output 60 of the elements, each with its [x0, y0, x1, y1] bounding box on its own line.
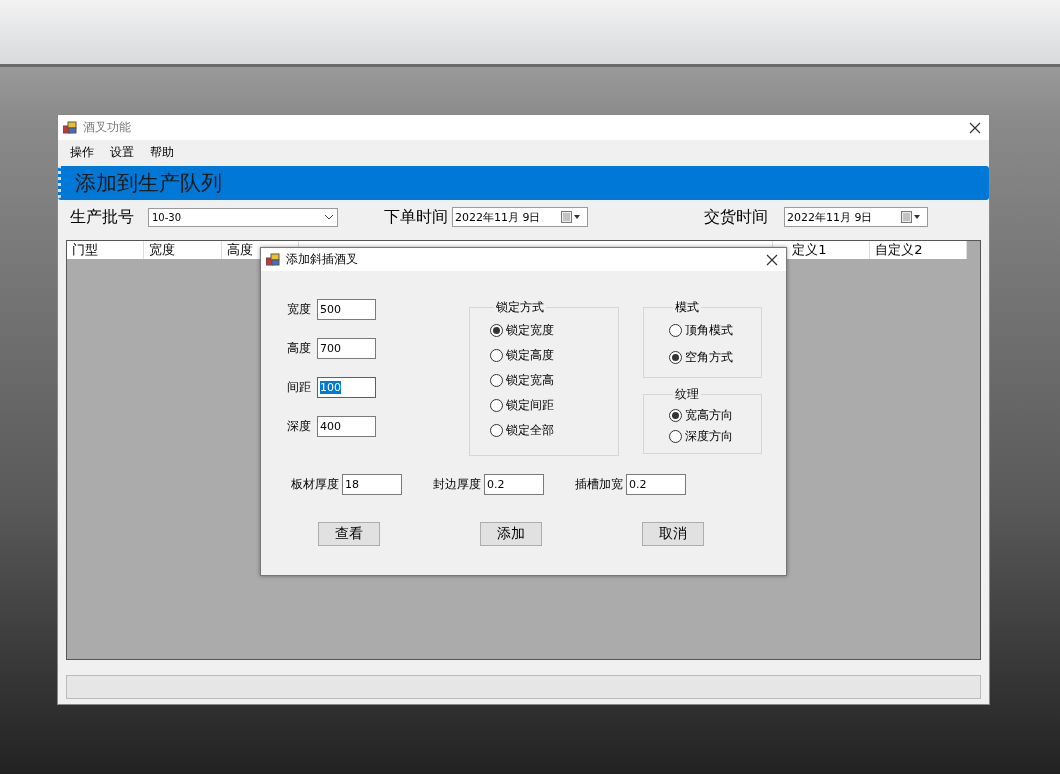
dialog-title: 添加斜插酒叉: [286, 251, 359, 268]
group-title: 纹理: [674, 386, 700, 403]
dialog-button[interactable]: 取消: [642, 522, 704, 546]
app-icon: [266, 253, 280, 266]
input-field[interactable]: 18: [342, 474, 402, 495]
field-label: 深度: [287, 418, 311, 435]
input-field[interactable]: 500: [317, 299, 376, 320]
dialog-button[interactable]: 添加: [480, 522, 542, 546]
input-field[interactable]: 0.2: [484, 474, 544, 495]
close-icon[interactable]: [766, 253, 778, 266]
radio-button[interactable]: [490, 324, 503, 337]
app-icon: [63, 121, 77, 134]
radio-button[interactable]: [669, 324, 682, 337]
radio-label[interactable]: 空角方式: [685, 349, 733, 366]
group-title: 模式: [674, 299, 700, 316]
field-label: 宽度: [287, 301, 311, 318]
radio-label[interactable]: 锁定间距: [506, 397, 554, 414]
radio-label[interactable]: 锁定宽高: [506, 372, 554, 389]
radio-label[interactable]: 锁定全部: [506, 422, 554, 439]
radio-label[interactable]: 锁定高度: [506, 347, 554, 364]
input-field[interactable]: 100: [317, 377, 376, 398]
radio-button[interactable]: [490, 349, 503, 362]
field-label: 板材厚度: [291, 476, 339, 493]
radio-button[interactable]: [490, 399, 503, 412]
chevron-icon: [324, 214, 334, 220]
field-label: 生产批号: [70, 206, 134, 228]
radio-label[interactable]: 深度方向: [685, 428, 733, 445]
input-field[interactable]: 700: [317, 338, 376, 359]
field-label: 交货时间: [704, 206, 768, 228]
radio-button[interactable]: [669, 409, 682, 422]
radio-button[interactable]: [490, 424, 503, 437]
field-label: 间距: [287, 379, 311, 396]
date-picker[interactable]: 2022年11月 9日: [452, 207, 588, 227]
field-label: 下单时间: [384, 206, 448, 228]
column-header[interactable]: 宽度: [144, 241, 222, 259]
window-title: 酒叉功能: [83, 119, 132, 136]
radio-label[interactable]: 锁定宽度: [506, 322, 554, 339]
radio-label[interactable]: 顶角模式: [685, 322, 733, 339]
field-label: 高度: [287, 340, 311, 357]
calendar-dropdown-icon[interactable]: [901, 211, 921, 223]
radio-label[interactable]: 宽高方向: [685, 407, 733, 424]
radio-button[interactable]: [669, 430, 682, 443]
close-icon[interactable]: [969, 121, 981, 134]
dialog-button[interactable]: 查看: [318, 522, 380, 546]
field-label: 插槽加宽: [575, 476, 623, 493]
input-field[interactable]: 0.2: [626, 474, 686, 495]
column-header[interactable]: 门型: [67, 241, 145, 259]
date-picker[interactable]: 2022年11月 9日: [784, 207, 928, 227]
radio-button[interactable]: [669, 351, 682, 364]
field-label: 封边厚度: [433, 476, 481, 493]
calendar-dropdown-icon[interactable]: [561, 211, 581, 223]
column-header[interactable]: 自定义2: [870, 241, 967, 259]
input-field[interactable]: 400: [317, 416, 376, 437]
menu-item[interactable]: 操作: [62, 143, 102, 161]
menu-item[interactable]: 设置: [102, 143, 142, 161]
banner-title: 添加到生产队列: [58, 166, 989, 200]
group-title: 锁定方式: [495, 299, 545, 316]
radio-button[interactable]: [490, 374, 503, 387]
menu-item[interactable]: 帮助: [142, 143, 182, 161]
batch-combo[interactable]: 10-30: [148, 207, 338, 227]
